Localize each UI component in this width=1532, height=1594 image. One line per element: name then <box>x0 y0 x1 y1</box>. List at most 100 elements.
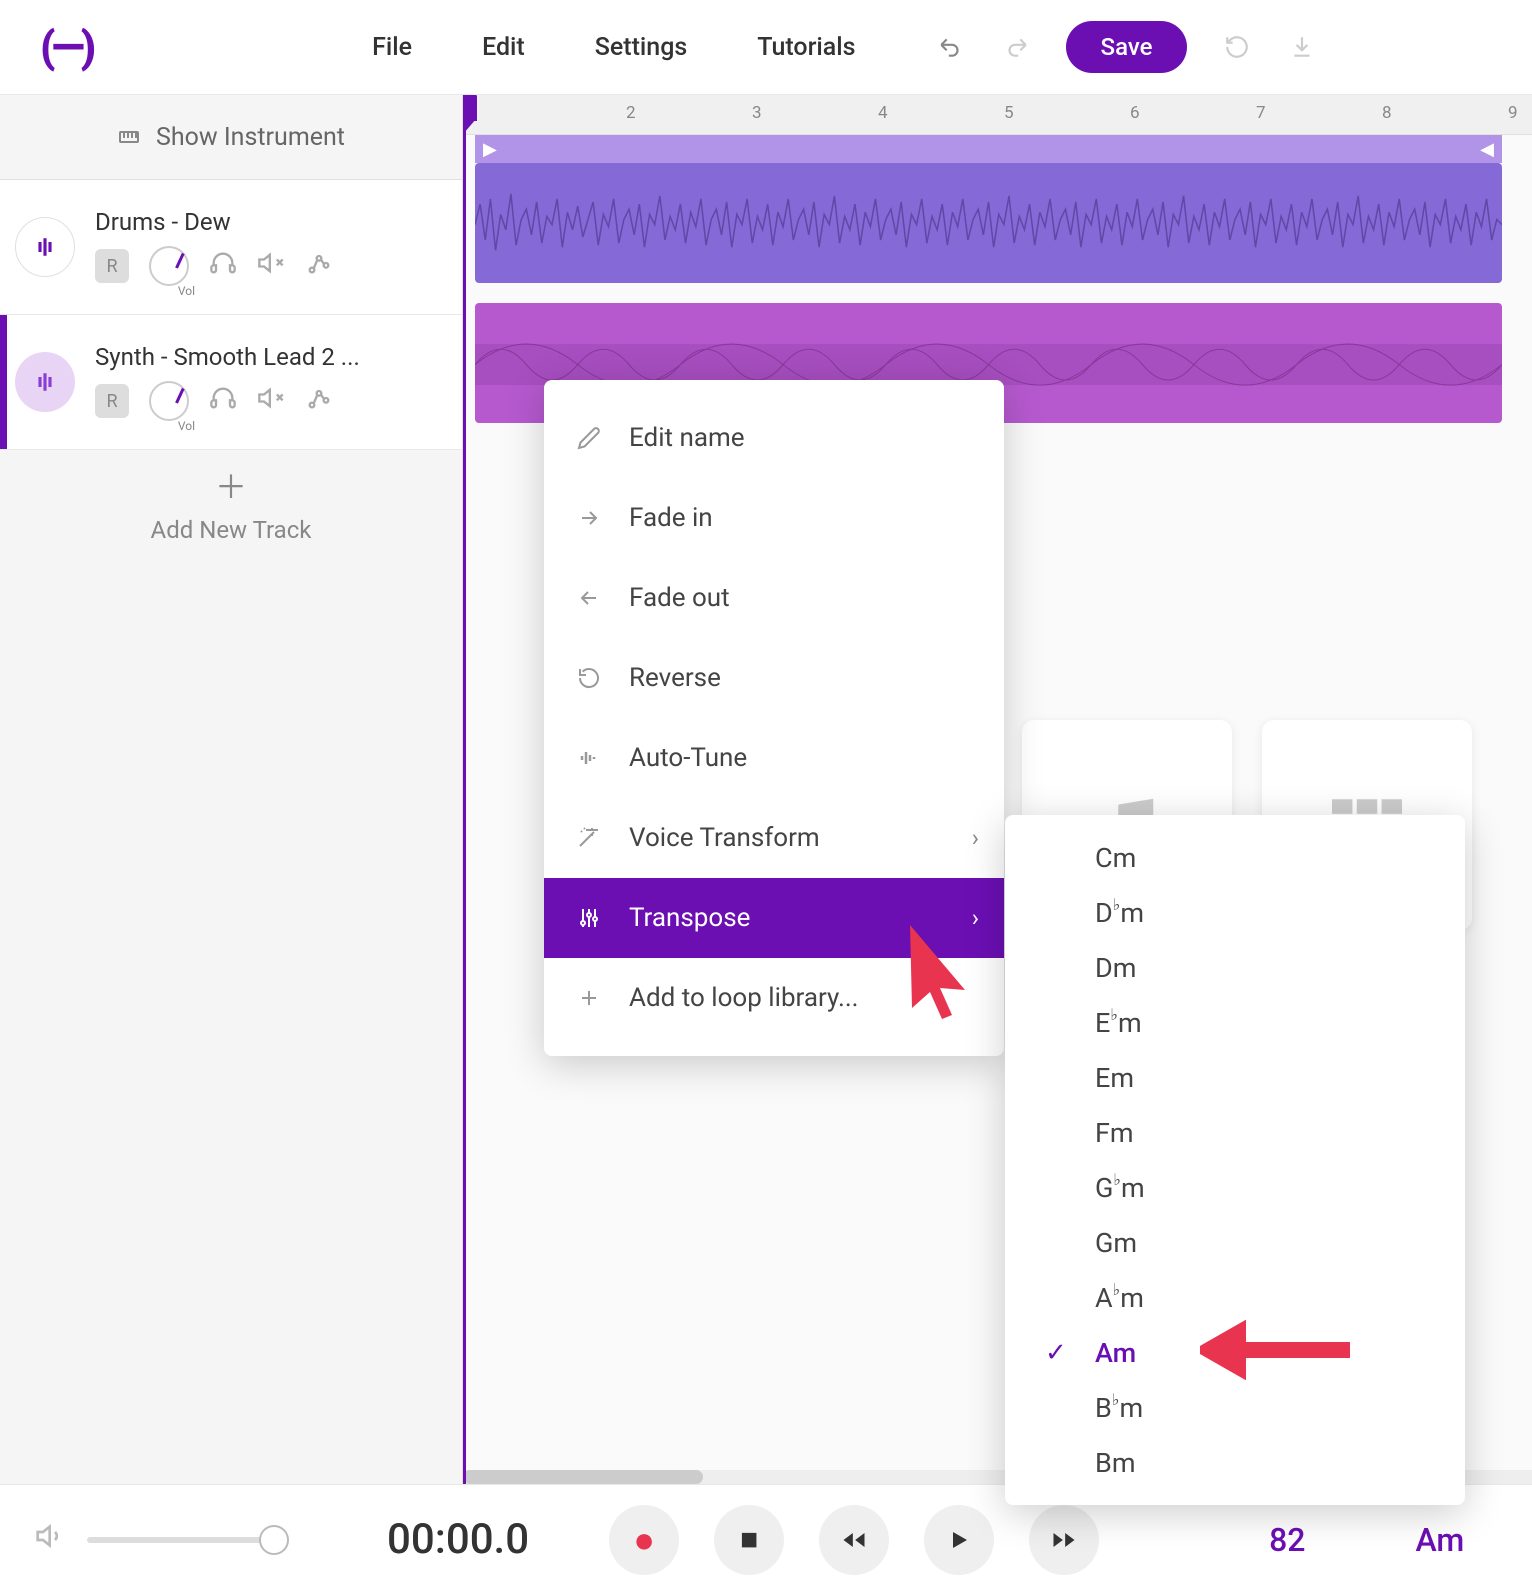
arrow-right-icon <box>574 506 604 530</box>
transpose-option-label: D♭m <box>1095 897 1144 929</box>
save-button[interactable]: Save <box>1066 21 1188 73</box>
ruler-mark: 4 <box>878 103 888 123</box>
ctx-auto-tune[interactable]: Auto-Tune <box>544 718 1004 798</box>
record-arm-button[interactable]: R <box>95 384 129 418</box>
bpm-display[interactable]: 82 <box>1269 1521 1305 1559</box>
waveform-icon <box>15 217 75 277</box>
ruler-mark: 8 <box>1382 103 1392 123</box>
transpose-option-label: Dm <box>1095 952 1136 984</box>
transpose-option-label: E♭m <box>1095 1007 1142 1039</box>
transpose-option-label: Cm <box>1095 842 1136 874</box>
chevron-right-icon: › <box>972 824 979 852</box>
transpose-option-label: A♭m <box>1095 1282 1144 1314</box>
ruler-mark: 3 <box>752 103 762 123</box>
mute-icon[interactable] <box>257 384 285 418</box>
ctx-voice-transform[interactable]: Voice Transform › <box>544 798 1004 878</box>
playhead[interactable] <box>463 95 466 1484</box>
transpose-option-Fm[interactable]: Fm <box>1005 1105 1465 1160</box>
loop-end-icon: ◀ <box>1480 139 1494 160</box>
waveform-icon <box>15 352 75 412</box>
record-arm-button[interactable]: R <box>95 249 129 283</box>
show-instrument-label: Show Instrument <box>156 123 345 152</box>
transpose-option-Gm[interactable]: Gm <box>1005 1215 1465 1270</box>
ruler-mark: 2 <box>626 103 636 123</box>
rewind-button[interactable] <box>819 1505 889 1575</box>
transpose-submenu: Cm D♭m Dm E♭m Em Fm G♭m Gm A♭m ✓ Am B♭m Bm <box>1005 815 1465 1505</box>
transpose-option-Gflatm[interactable]: G♭m <box>1005 1160 1465 1215</box>
arrow-left-icon <box>574 586 604 610</box>
transpose-option-Em[interactable]: Em <box>1005 1050 1465 1105</box>
reverse-icon <box>574 666 604 690</box>
transpose-option-Bm[interactable]: Bm <box>1005 1435 1465 1490</box>
arrow-annotation <box>1200 1320 1350 1380</box>
cursor-pointer-annotation <box>890 920 980 1020</box>
check-icon: ✓ <box>1045 1338 1067 1368</box>
transpose-option-label: Am <box>1095 1337 1136 1369</box>
transpose-option-Bflatm[interactable]: B♭m <box>1005 1380 1465 1435</box>
ctx-fade-in[interactable]: Fade in <box>544 478 1004 558</box>
time-display: 00:00.0 <box>387 1515 529 1564</box>
volume-knob[interactable]: Vol <box>149 246 189 286</box>
plus-icon <box>574 986 604 1010</box>
transpose-option-Cm[interactable]: Cm <box>1005 830 1465 885</box>
play-button[interactable] <box>924 1505 994 1575</box>
stop-button[interactable]: ■ <box>714 1505 784 1575</box>
redo-icon[interactable] <box>1001 32 1031 62</box>
track-row[interactable]: Drums - Dew R Vol <box>0 180 462 315</box>
slider-handle[interactable] <box>259 1525 289 1555</box>
track-row[interactable]: Synth - Smooth Lead 2 ... R Vol <box>0 315 462 450</box>
transpose-option-label: Bm <box>1095 1447 1136 1479</box>
download-icon[interactable] <box>1287 32 1317 62</box>
scroll-thumb[interactable] <box>463 1470 703 1484</box>
audio-clip-drums[interactable] <box>475 163 1502 283</box>
transpose-option-Eflatm[interactable]: E♭m <box>1005 995 1465 1050</box>
header-bar: (—) File Edit Settings Tutorials Save <box>0 0 1532 95</box>
volume-knob[interactable]: Vol <box>149 381 189 421</box>
key-display[interactable]: Am <box>1415 1521 1464 1559</box>
ctx-edit-name[interactable]: Edit name <box>544 398 1004 478</box>
wand-icon <box>574 826 604 850</box>
history-icon[interactable] <box>1222 32 1252 62</box>
automation-icon[interactable] <box>305 249 333 283</box>
ctx-fade-out[interactable]: Fade out <box>544 558 1004 638</box>
transpose-option-Aflatm[interactable]: A♭m <box>1005 1270 1465 1325</box>
bars-icon <box>574 746 604 770</box>
forward-button[interactable] <box>1029 1505 1099 1575</box>
keyboard-icon <box>117 125 141 149</box>
transpose-option-label: Em <box>1095 1062 1134 1094</box>
menu-settings[interactable]: Settings <box>595 33 688 62</box>
menu-file[interactable]: File <box>372 33 412 62</box>
ruler-mark: 6 <box>1130 103 1140 123</box>
headphones-icon[interactable] <box>209 249 237 283</box>
menu-edit[interactable]: Edit <box>482 33 525 62</box>
add-track-button[interactable]: ＋ Add New Track <box>0 450 462 555</box>
track-name: Synth - Smooth Lead 2 ... <box>95 343 447 371</box>
loop-region[interactable]: ▶ ◀ <box>475 135 1502 163</box>
add-track-label: Add New Track <box>151 516 312 544</box>
menu-tutorials[interactable]: Tutorials <box>757 33 855 62</box>
track-sidebar: Show Instrument Drums - Dew R Vol Synth … <box>0 95 463 1484</box>
ctx-reverse[interactable]: Reverse <box>544 638 1004 718</box>
main-menu: File Edit Settings Tutorials <box>372 33 855 62</box>
automation-icon[interactable] <box>305 384 333 418</box>
waveform <box>475 163 1502 283</box>
headphones-icon[interactable] <box>209 384 237 418</box>
track-name: Drums - Dew <box>95 208 447 236</box>
mute-icon[interactable] <box>257 249 285 283</box>
master-volume-slider[interactable] <box>87 1537 287 1543</box>
ruler-mark: 9 <box>1508 103 1518 123</box>
transpose-option-label: B♭m <box>1095 1392 1143 1424</box>
record-button[interactable]: ● <box>609 1505 679 1575</box>
transpose-option-label: Fm <box>1095 1117 1134 1149</box>
volume-icon[interactable] <box>35 1520 67 1559</box>
timeline-ruler[interactable]: 2 3 4 5 6 7 8 9 <box>463 95 1532 135</box>
ruler-mark: 5 <box>1004 103 1014 123</box>
undo-icon[interactable] <box>936 32 966 62</box>
transpose-option-Dflatm[interactable]: D♭m <box>1005 885 1465 940</box>
plus-icon: ＋ <box>215 462 247 508</box>
transpose-option-label: G♭m <box>1095 1172 1145 1204</box>
transpose-option-Dm[interactable]: Dm <box>1005 940 1465 995</box>
sliders-icon <box>574 906 604 930</box>
show-instrument-button[interactable]: Show Instrument <box>0 95 462 180</box>
transpose-option-label: Gm <box>1095 1227 1137 1259</box>
